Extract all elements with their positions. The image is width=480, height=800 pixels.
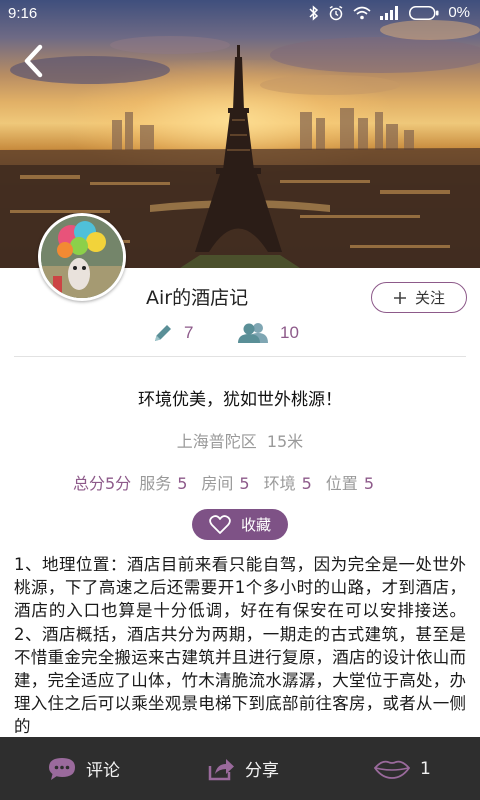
back-button[interactable] [18,42,52,80]
profile-name[interactable]: Air的酒店记 [146,283,248,310]
location-line: 上海普陀区 15米 [0,428,480,452]
notes-stat[interactable]: 7 [152,322,193,344]
comment-icon [49,757,75,780]
avatar[interactable] [38,213,126,301]
follow-label: 关注 [414,289,445,307]
collect-label: 收藏 [240,516,271,534]
rating-location: 位置 5 [326,470,374,494]
rating-value: 5 [363,474,374,493]
fans-stat[interactable]: 10 [236,322,299,344]
alarm-icon [329,5,343,20]
share-icon [208,758,234,780]
rating-service: 服务 5 [139,470,187,494]
plus-icon [393,291,406,304]
comment-label: 评论 [86,761,120,781]
heart-icon [209,514,231,534]
collect-button[interactable]: 收藏 [192,509,288,540]
battery-percent: 0% [448,4,470,21]
wifi-icon [353,6,371,19]
status-time: 9:16 [8,5,38,22]
share-button[interactable]: 分享 [207,737,279,800]
lips-icon [374,760,410,779]
rating-value: 5 [239,474,250,493]
ratings-row: 总分5分 服务 5 房间 5 环境 5 位置 5 [73,470,388,494]
avatar-image [41,216,123,298]
rating-environment: 环境 5 [264,470,312,494]
comment-button[interactable]: 评论 [48,737,120,800]
share-label: 分享 [245,761,279,781]
rating-value: 5 [301,474,312,493]
bluetooth-icon [309,4,319,21]
rating-label: 环境 [263,474,296,493]
rating-label: 位置 [325,474,358,493]
chevron-left-icon [24,44,43,78]
rating-total: 总分5分 [73,474,132,493]
users-icon [238,323,268,343]
status-bar: 9:16 0% [0,0,480,28]
hotel-review-screen: 9:16 0% Air的酒店记 关注 7 10 环境优美，犹如世外桃源！ 上海普… [0,0,480,800]
location-text: 上海普陀区 [176,432,257,451]
like-button[interactable]: 1 [374,737,431,800]
like-count: 1 [420,758,431,779]
fans-count: 10 [280,323,299,342]
signal-icon [380,5,399,20]
divider [14,356,466,357]
battery-icon [409,5,439,20]
distance-text: 15米 [266,432,304,451]
post-title: 环境优美，犹如世外桃源！ [138,390,342,410]
follow-button[interactable]: 关注 [371,282,467,313]
rating-label: 服务 [139,474,172,493]
rating-label: 房间 [201,474,234,493]
status-icons: 0% [309,4,470,21]
review-body: 1、地理位置：酒店目前来看只能自驾，因为完全是一处世外桃源，下了高速之后还需要开… [14,555,466,737]
bottom-action-bar: 评论 分享 1 [0,737,480,800]
notes-count: 7 [184,323,194,342]
profile-stats: 7 10 [0,322,480,350]
rating-room: 房间 5 [201,470,249,494]
rating-value: 5 [177,474,188,493]
pencil-icon [155,325,171,341]
